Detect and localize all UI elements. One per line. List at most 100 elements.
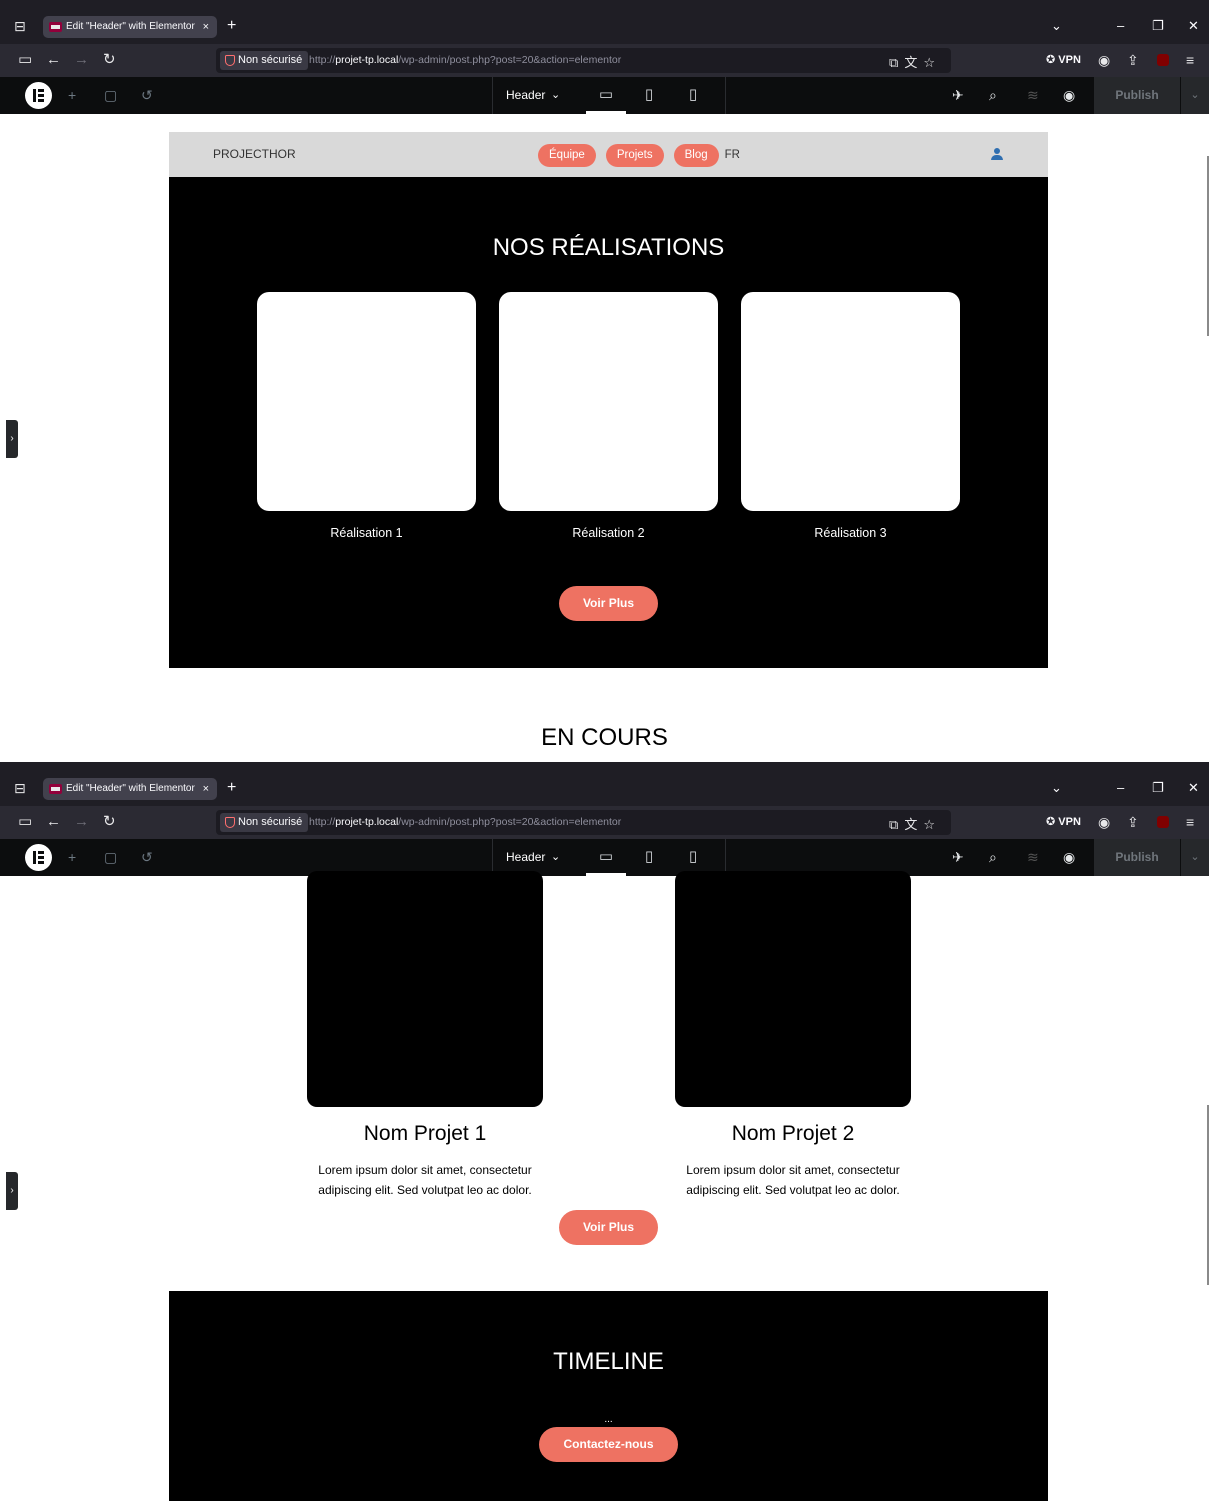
whats-new-icon[interactable]: ✈ — [952, 86, 964, 104]
tab-list-icon[interactable]: ⊟ — [14, 18, 26, 34]
publish-button[interactable]: Publish — [1094, 77, 1180, 114]
realisation-card-image[interactable] — [257, 292, 476, 511]
minimize-window-icon[interactable]: – — [1117, 16, 1124, 36]
user-account-icon[interactable] — [991, 148, 1003, 160]
page-settings-icon[interactable]: ▢ — [104, 86, 117, 104]
extension-v-icon[interactable]: ◉ — [1098, 814, 1110, 830]
tab-close-icon[interactable]: × — [203, 778, 209, 800]
panel-toggle-button[interactable]: › — [6, 420, 18, 458]
site-brand[interactable]: PROJECTHOR — [213, 132, 296, 177]
new-tab-button[interactable]: + — [227, 778, 236, 798]
bookmark-star-icon: ☆ — [923, 55, 941, 70]
sidebar-toggle-icon[interactable]: ▭ — [18, 52, 32, 68]
screenshot-top: ⊟ Edit "Header" with Elementor × + ⌄ – ❐… — [0, 0, 1209, 762]
mobile-icon: ▯ — [688, 848, 698, 865]
share-icon[interactable]: ⇪ — [1127, 52, 1139, 68]
forward-arrow-icon[interactable]: → — [74, 814, 89, 830]
mobile-view-button[interactable]: ▯ — [673, 77, 713, 114]
browser-nav-bar: ▭ ← → ↻ Non sécurisé http://projet-tp.lo… — [0, 44, 1209, 77]
search-icon[interactable]: ⌕ — [989, 86, 997, 104]
realisation-card-image[interactable] — [499, 292, 718, 511]
elementor-favicon-icon — [49, 784, 62, 794]
reload-icon[interactable]: ↻ — [103, 814, 116, 830]
share-icon[interactable]: ⇪ — [1127, 814, 1139, 830]
minimize-window-icon[interactable]: – — [1117, 778, 1124, 798]
page-settings-icon[interactable]: ▢ — [104, 848, 117, 866]
vpn-button[interactable]: ✪ VPN — [1046, 814, 1081, 830]
search-icon[interactable]: ⌕ — [989, 848, 997, 866]
history-icon[interactable]: ↺ — [141, 86, 153, 104]
close-window-icon[interactable]: ✕ — [1188, 16, 1199, 36]
document-name: Header — [506, 850, 546, 864]
realisation-caption: Réalisation 2 — [572, 526, 645, 540]
translate-icon: 文 — [904, 817, 924, 832]
back-arrow-icon[interactable]: ← — [46, 814, 61, 830]
desktop-view-button[interactable]: ▭ — [586, 77, 626, 114]
panel-toggle-button[interactable]: › — [6, 1172, 18, 1210]
chevron-down-icon: ⌄ — [551, 851, 561, 863]
browser-tab[interactable]: Edit "Header" with Elementor × — [43, 778, 217, 800]
ublock-icon[interactable] — [1157, 816, 1169, 828]
toolbar-divider — [725, 839, 726, 876]
close-window-icon[interactable]: ✕ — [1188, 778, 1199, 798]
menu-item-projets[interactable]: Projets — [605, 144, 664, 167]
security-indicator[interactable]: Non sécurisé — [220, 51, 309, 70]
sidebar-toggle-icon[interactable]: ▭ — [18, 814, 32, 830]
site-header: PROJECTHOR Équipe Projets Blog FR — [169, 132, 1048, 177]
desktop-view-button[interactable]: ▭ — [586, 839, 626, 876]
translate-icon: 文 — [904, 55, 924, 70]
tab-list-icon[interactable]: ⊟ — [14, 780, 26, 796]
contact-button[interactable]: Contactez-nous — [539, 1427, 678, 1462]
preview-eye-icon[interactable]: ◉ — [1063, 848, 1075, 866]
elementor-logo-icon[interactable] — [25, 844, 52, 871]
preview-eye-icon[interactable]: ◉ — [1063, 86, 1075, 104]
publish-options-chevron-icon[interactable]: ⌄ — [1181, 839, 1209, 876]
tablet-view-button[interactable]: ▯ — [629, 839, 669, 876]
add-element-icon[interactable]: + — [68, 848, 76, 866]
structure-icon[interactable]: ≋ — [1027, 86, 1039, 104]
publish-options-chevron-icon[interactable]: ⌄ — [1181, 77, 1209, 114]
menu-item-blog[interactable]: Blog — [673, 144, 719, 167]
back-arrow-icon[interactable]: ← — [46, 52, 61, 68]
menu-item-equipe[interactable]: Équipe — [538, 144, 596, 167]
url-text[interactable]: http://projet-tp.local/wp-admin/post.php… — [309, 810, 621, 835]
vpn-button[interactable]: ✪ VPN — [1046, 52, 1081, 68]
security-indicator[interactable]: Non sécurisé — [220, 813, 309, 832]
tablet-view-button[interactable]: ▯ — [629, 77, 669, 114]
ublock-icon[interactable] — [1157, 54, 1169, 66]
address-bar[interactable]: Non sécurisé http://projet-tp.local/wp-a… — [216, 810, 951, 835]
desktop-icon: ▭ — [598, 848, 614, 865]
realisations-title: NOS RÉALISATIONS — [492, 234, 725, 261]
extension-v-icon[interactable]: ◉ — [1098, 52, 1110, 68]
restore-window-icon[interactable]: ❐ — [1152, 778, 1164, 798]
browser-tab[interactable]: Edit "Header" with Elementor × — [43, 16, 217, 38]
add-element-icon[interactable]: + — [68, 86, 76, 104]
tab-title: Edit "Header" with Elementor — [66, 783, 195, 794]
elementor-logo-icon[interactable] — [25, 82, 52, 109]
realisation-card-image[interactable] — [741, 292, 960, 511]
mobile-view-button[interactable]: ▯ — [673, 839, 713, 876]
new-tab-button[interactable]: + — [227, 16, 236, 36]
whats-new-icon[interactable]: ✈ — [952, 848, 964, 866]
url-text[interactable]: http://projet-tp.local/wp-admin/post.php… — [309, 48, 621, 73]
restore-window-icon[interactable]: ❐ — [1152, 16, 1164, 36]
document-selector[interactable]: Header ⌄ — [492, 839, 572, 876]
voir-plus-button[interactable]: Voir Plus — [559, 1210, 658, 1245]
address-bar[interactable]: Non sécurisé http://projet-tp.local/wp-a… — [216, 48, 951, 73]
tab-overflow-chevron-icon[interactable]: ⌄ — [1051, 16, 1062, 36]
browser-menu-icon[interactable]: ≡ — [1186, 52, 1194, 68]
tab-overflow-chevron-icon[interactable]: ⌄ — [1051, 778, 1062, 798]
document-selector[interactable]: Header ⌄ — [492, 77, 572, 114]
reload-icon[interactable]: ↻ — [103, 52, 116, 68]
tab-close-icon[interactable]: × — [203, 16, 209, 38]
voir-plus-button[interactable]: Voir Plus — [559, 586, 658, 621]
page-action-icons[interactable]: ⧉文☆ — [889, 814, 941, 833]
browser-menu-icon[interactable]: ≡ — [1186, 814, 1194, 830]
install-icon: ⧉ — [889, 55, 905, 70]
structure-icon[interactable]: ≋ — [1027, 848, 1039, 866]
history-icon[interactable]: ↺ — [141, 848, 153, 866]
publish-button[interactable]: Publish — [1094, 839, 1180, 876]
forward-arrow-icon[interactable]: → — [74, 52, 89, 68]
language-switcher[interactable]: FR — [725, 144, 740, 167]
page-action-icons[interactable]: ⧉文☆ — [889, 52, 941, 71]
